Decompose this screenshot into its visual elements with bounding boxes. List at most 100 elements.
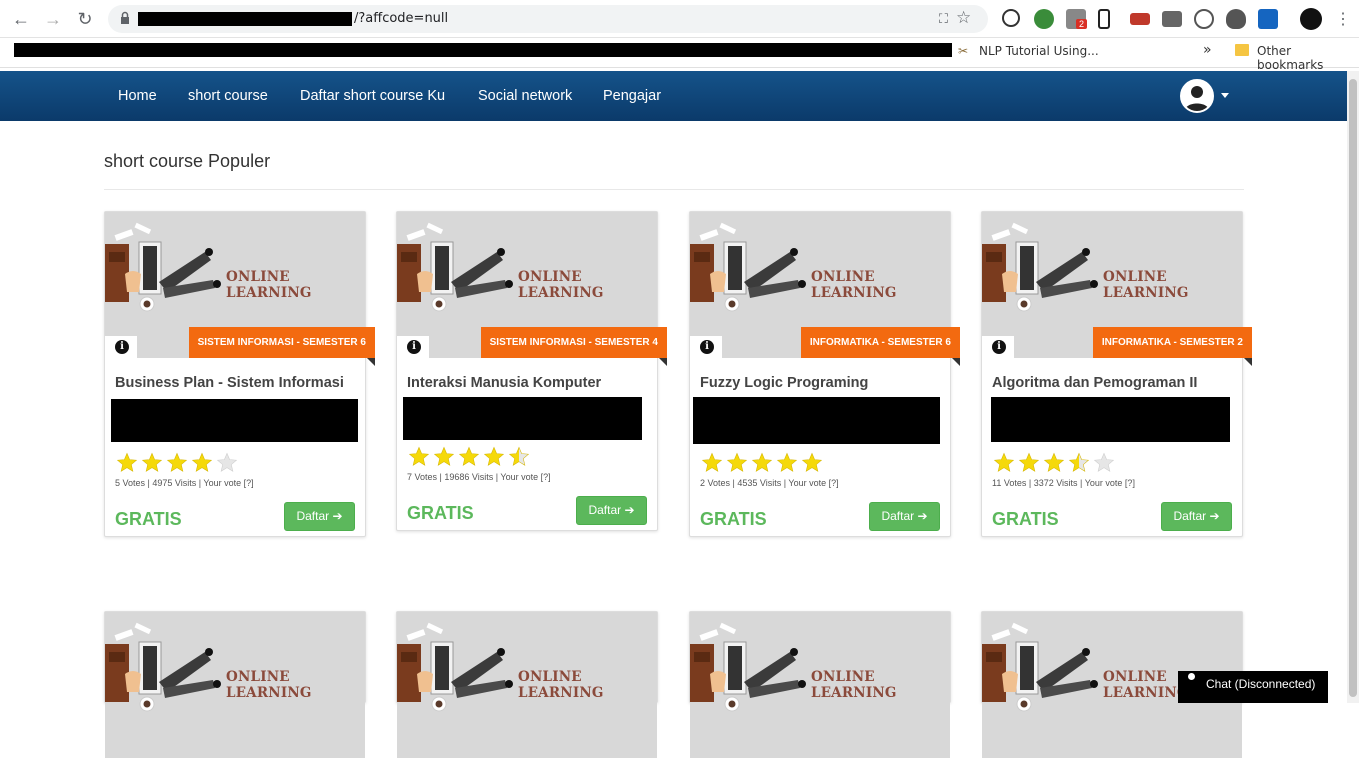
back-icon[interactable]: ← <box>10 8 32 30</box>
thumbnail-text: ONLINE LEARNING <box>811 669 897 701</box>
daftar-button[interactable]: Daftar ➔ <box>869 502 940 531</box>
star-filled-icon[interactable] <box>166 452 188 474</box>
course-thumbnail[interactable]: ONLINE LEARNING <box>105 612 365 758</box>
folder-icon <box>1235 44 1249 56</box>
star-filled-icon[interactable] <box>1018 452 1040 474</box>
star-filled-icon[interactable] <box>1043 452 1065 474</box>
li-extension-icon[interactable] <box>1258 9 1278 29</box>
price-label: GRATIS <box>700 509 767 529</box>
tabs-extension-icon[interactable] <box>1162 11 1182 27</box>
nav-short-course[interactable]: short course <box>188 88 268 104</box>
star-filled-icon[interactable] <box>483 446 505 468</box>
reload-icon[interactable]: ↻ <box>74 8 96 30</box>
daftar-button[interactable]: Daftar ➔ <box>284 502 355 531</box>
course-thumbnail[interactable]: ONLINE LEARNING <box>690 612 950 758</box>
nav-teacher[interactable]: Pengajar <box>603 88 661 104</box>
sign-in-icon: ➔ <box>1209 509 1220 523</box>
swirl-extension-icon[interactable] <box>1194 9 1214 29</box>
info-icon[interactable]: i <box>700 340 714 354</box>
star-empty-icon[interactable] <box>1093 452 1115 474</box>
daftar-button[interactable]: Daftar ➔ <box>1161 502 1232 531</box>
rating-stars[interactable] <box>116 452 238 474</box>
block-extension-icon[interactable] <box>1002 9 1020 27</box>
course-card[interactable]: ONLINE LEARNING i INFORMATIKA - SEMESTER… <box>689 211 961 537</box>
star-filled-icon[interactable] <box>191 452 213 474</box>
star-half-icon[interactable] <box>1068 452 1090 474</box>
address-bar[interactable]: /?affcode=null ⛶ ☆ <box>108 5 988 33</box>
pdf-extension-icon[interactable] <box>1130 13 1150 25</box>
globe-extension-icon[interactable] <box>1034 9 1054 29</box>
rating-stars[interactable] <box>993 452 1115 474</box>
category-badge: SISTEM INFORMASI - SEMESTER 6 <box>188 327 376 366</box>
section-title: short course Populer <box>104 151 271 171</box>
star-filled-icon[interactable] <box>776 452 798 474</box>
url-text: /?affcode=null <box>354 11 449 26</box>
head-extension-icon[interactable] <box>1226 9 1246 29</box>
star-filled-icon[interactable] <box>408 446 430 468</box>
star-filled-icon[interactable] <box>141 452 163 474</box>
course-card[interactable]: ONLINE LEARNING <box>104 611 366 758</box>
category-badge: SISTEM INFORMASI - SEMESTER 4 <box>480 327 668 366</box>
course-title[interactable]: Interaksi Manusia Komputer <box>407 375 601 391</box>
user-avatar[interactable] <box>1180 79 1214 113</box>
chat-widget[interactable]: Chat (Disconnected) <box>1178 671 1328 703</box>
star-empty-icon[interactable] <box>216 452 238 474</box>
thumbnail-text: ONLINE LEARNING <box>226 669 312 701</box>
sign-in-icon: ➔ <box>624 503 635 517</box>
info-icon[interactable]: i <box>115 340 129 354</box>
thumbnail-text: ONLINE LEARNING <box>518 269 604 301</box>
profile-avatar-icon[interactable] <box>1300 8 1322 30</box>
course-title[interactable]: Algoritma dan Pemograman II <box>992 375 1197 391</box>
bookmark-star-icon[interactable]: ☆ <box>956 8 978 30</box>
nav-social-network[interactable]: Social network <box>478 88 572 104</box>
star-filled-icon[interactable] <box>701 452 723 474</box>
star-filled-icon[interactable] <box>801 452 823 474</box>
lock-icon <box>121 11 129 24</box>
course-card[interactable]: ONLINE LEARNING <box>689 611 951 758</box>
lock-extension-icon[interactable] <box>1098 9 1110 29</box>
course-title[interactable]: Business Plan - Sistem Informasi <box>115 375 344 391</box>
category-badge: INFORMATIKA - SEMESTER 6 <box>800 327 961 366</box>
star-filled-icon[interactable] <box>726 452 748 474</box>
star-filled-icon[interactable] <box>116 452 138 474</box>
nav-my-courses[interactable]: Daftar short course Ku <box>300 88 445 104</box>
course-title[interactable]: Fuzzy Logic Programing <box>700 375 868 391</box>
rating-stars[interactable] <box>408 446 530 468</box>
forward-icon[interactable]: → <box>42 8 64 30</box>
info-icon[interactable]: i <box>407 340 421 354</box>
daftar-button[interactable]: Daftar ➔ <box>576 496 647 525</box>
page-scrollbar[interactable] <box>1347 71 1359 703</box>
course-card[interactable]: ONLINE LEARNING i SISTEM INFORMASI - SEM… <box>396 211 668 531</box>
star-filled-icon[interactable] <box>993 452 1015 474</box>
thumbnail-text: ONLINE LEARNING <box>1103 269 1189 301</box>
translate-icon[interactable]: ⛶ <box>939 11 948 27</box>
info-icon[interactable]: i <box>992 340 1006 354</box>
info-box: i <box>105 336 137 358</box>
help-extension-icon[interactable]: 2 <box>1066 9 1088 29</box>
nav-home[interactable]: Home <box>118 88 157 104</box>
course-thumbnail[interactable]: ONLINE LEARNING <box>397 612 657 758</box>
daftar-label: Daftar <box>588 503 622 517</box>
chevron-down-icon[interactable] <box>1221 93 1229 98</box>
category-badge: INFORMATIKA - SEMESTER 2 <box>1092 327 1253 366</box>
scrollbar-thumb[interactable] <box>1349 79 1357 697</box>
redacted-description <box>403 397 642 440</box>
url-redacted <box>138 12 352 26</box>
bookmarks-overflow-icon[interactable]: » <box>1203 42 1212 58</box>
chat-status-icon <box>1188 673 1195 680</box>
sign-in-icon: ➔ <box>332 509 343 523</box>
star-half-icon[interactable] <box>508 446 530 468</box>
course-card[interactable]: ONLINE LEARNING <box>396 611 658 758</box>
course-card[interactable]: ONLINE LEARNING i INFORMATIKA - SEMESTER… <box>981 211 1253 537</box>
votes-visits-text: 7 Votes | 19686 Visits | Your vote [?] <box>407 472 551 482</box>
star-filled-icon[interactable] <box>458 446 480 468</box>
menu-dots-icon[interactable]: ⋮ <box>1332 8 1354 30</box>
info-box: i <box>397 336 429 358</box>
rating-stars[interactable] <box>701 452 823 474</box>
star-filled-icon[interactable] <box>751 452 773 474</box>
course-card[interactable]: ONLINE LEARNING i SISTEM INFORMASI - SEM… <box>104 211 376 537</box>
redacted-description <box>111 399 358 442</box>
star-filled-icon[interactable] <box>433 446 455 468</box>
bookmark-nlp-tutorial[interactable]: NLP Tutorial Using... <box>979 44 1099 58</box>
other-bookmarks[interactable]: Other bookmarks <box>1257 44 1359 72</box>
